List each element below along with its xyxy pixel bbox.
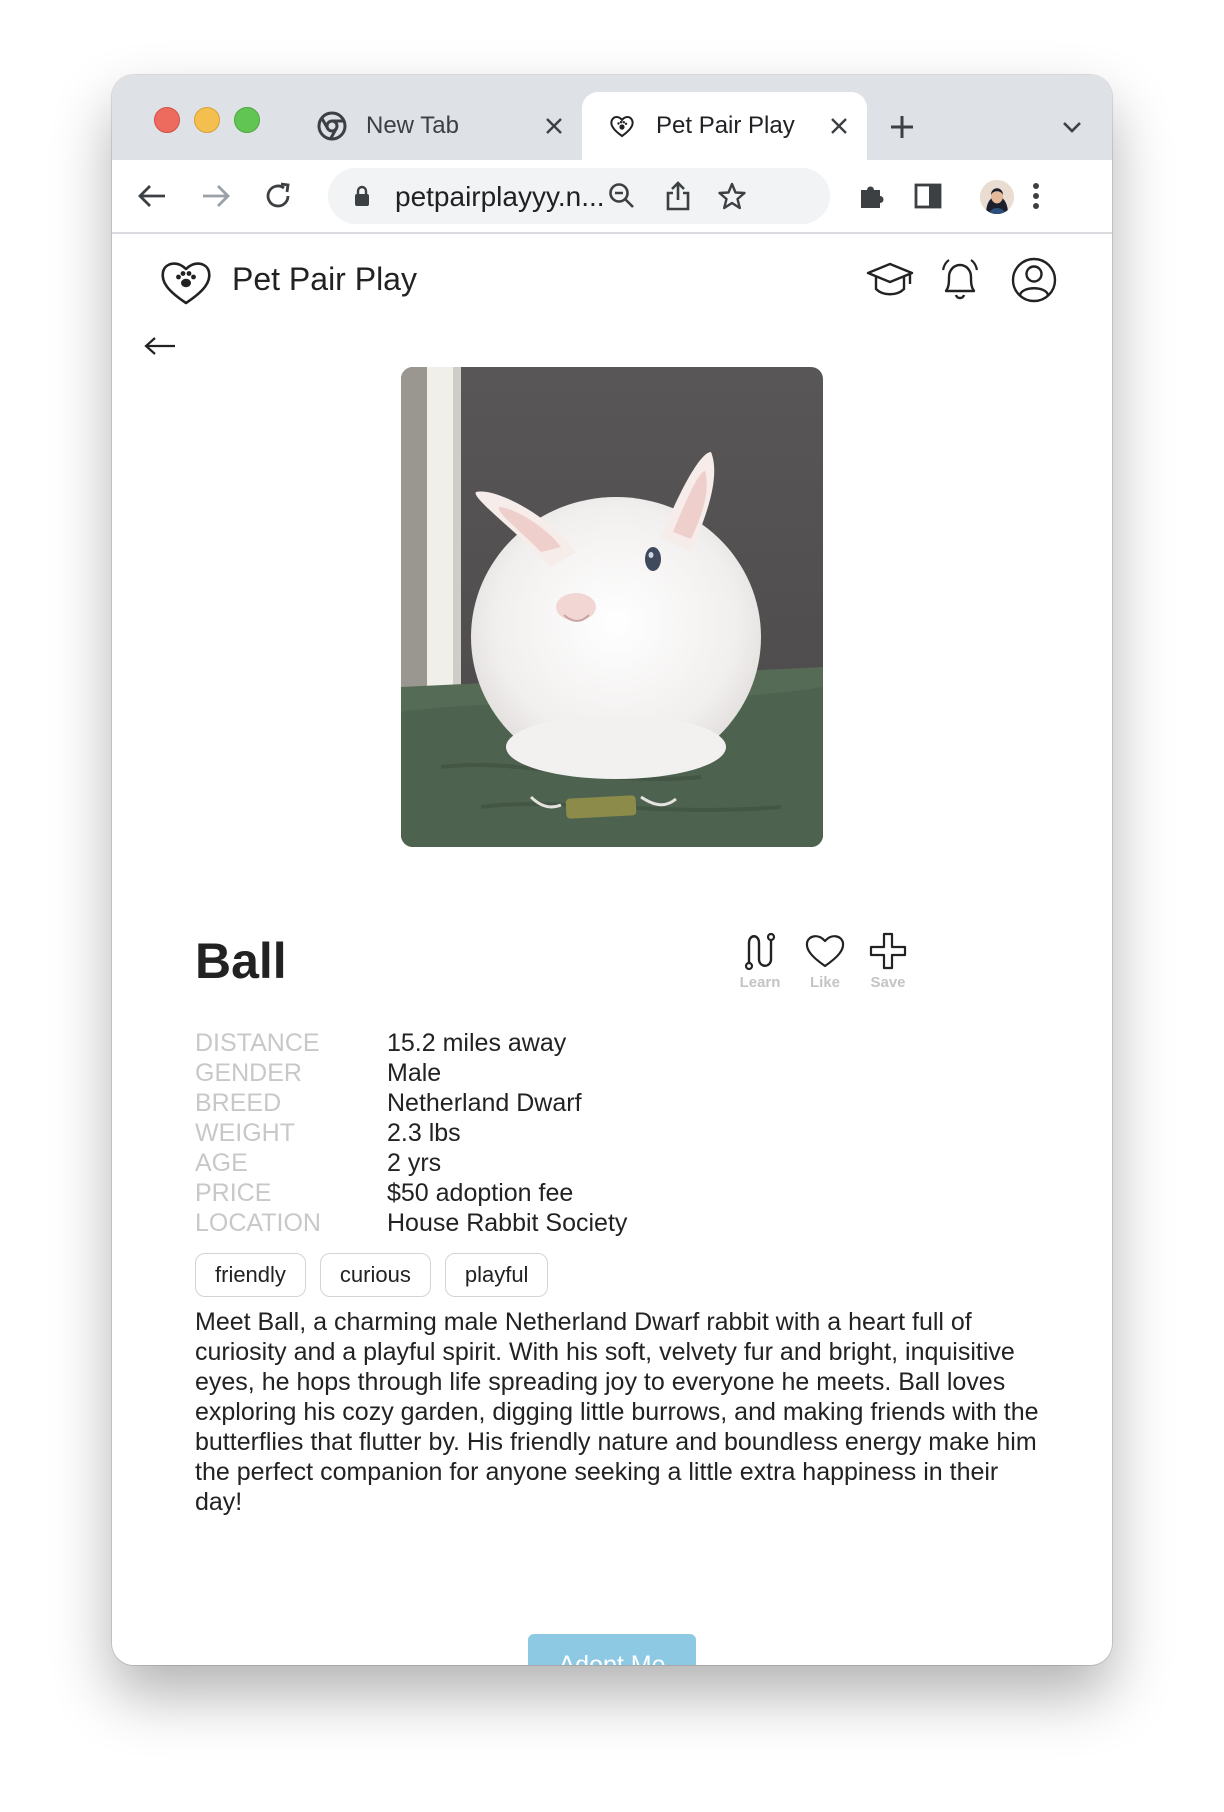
detail-value: House Rabbit Society — [387, 1209, 628, 1237]
share-icon[interactable] — [658, 176, 698, 216]
detail-row-gender: GENDER Male — [195, 1058, 627, 1088]
close-icon[interactable] — [534, 106, 574, 146]
tab-pet-pair-play[interactable]: Pet Pair Play — [582, 92, 867, 160]
detail-row-breed: BREED Netherland Dwarf — [195, 1088, 627, 1118]
back-arrow-icon[interactable] — [142, 328, 178, 364]
tag-curious[interactable]: curious — [319, 1253, 431, 1297]
browser-menu-button[interactable] — [1014, 174, 1058, 218]
close-window-button[interactable] — [154, 107, 180, 133]
back-button[interactable] — [130, 174, 174, 218]
save-button[interactable]: Save — [858, 929, 918, 993]
close-icon[interactable] — [819, 106, 859, 146]
learn-label: Learn — [739, 974, 781, 991]
detail-label: WEIGHT — [195, 1119, 295, 1147]
detail-row-location: LOCATION House Rabbit Society — [195, 1208, 627, 1238]
adopt-me-button[interactable]: Adopt Me — [528, 1634, 696, 1665]
personality-tags: friendly curious playful — [195, 1253, 549, 1297]
pet-details: DISTANCE 15.2 miles away GENDER Male BRE… — [195, 1028, 627, 1238]
heart-icon — [795, 929, 855, 973]
plus-icon — [891, 116, 913, 138]
save-label: Save — [870, 974, 906, 991]
tab-title: New Tab — [366, 112, 459, 139]
zoom-icon[interactable] — [602, 176, 642, 216]
detail-value: 15.2 miles away — [387, 1029, 567, 1057]
detail-label: GENDER — [195, 1059, 302, 1087]
pet-photo — [401, 367, 823, 847]
browser-toolbar: petpairplayyy.n... — [112, 160, 1112, 234]
graduation-cap-icon[interactable] — [864, 254, 916, 306]
detail-label: AGE — [195, 1149, 248, 1177]
side-panel-button[interactable] — [906, 174, 950, 218]
detail-label: LOCATION — [195, 1209, 321, 1237]
learn-button[interactable]: Learn — [730, 929, 790, 993]
tag-playful[interactable]: playful — [444, 1253, 549, 1297]
detail-label: BREED — [195, 1089, 282, 1117]
site-title[interactable]: Pet Pair Play — [232, 261, 417, 298]
tab-new-tab[interactable]: New Tab — [302, 92, 582, 160]
detail-label: PRICE — [195, 1179, 272, 1207]
chrome-icon — [316, 110, 348, 142]
forward-button[interactable] — [194, 174, 238, 218]
screenshot-stage: New Tab Pet Pair Play petpairplayyy.n...… — [0, 0, 1224, 1812]
detail-value: $50 adoption fee — [387, 1179, 574, 1207]
puzzle-icon — [861, 186, 884, 208]
detail-value: 2 yrs — [387, 1149, 442, 1177]
detail-row-distance: DISTANCE 15.2 miles away — [195, 1028, 627, 1058]
address-bar[interactable]: petpairplayyy.n... — [328, 168, 830, 224]
tab-title: Pet Pair Play — [656, 112, 795, 139]
new-tab-button[interactable] — [882, 107, 922, 147]
detail-row-price: PRICE $50 adoption fee — [195, 1178, 627, 1208]
heart-paw-icon — [606, 110, 638, 142]
chevron-down-icon — [1063, 122, 1081, 133]
user-icon[interactable] — [1008, 254, 1060, 306]
reload-button[interactable] — [256, 174, 300, 218]
detail-value: 2.3 lbs — [387, 1119, 461, 1147]
profile-avatar[interactable] — [980, 180, 1014, 214]
extensions-button[interactable] — [850, 174, 894, 218]
minimize-window-button[interactable] — [194, 107, 220, 133]
like-label: Like — [809, 974, 840, 991]
pet-name: Ball — [195, 933, 287, 989]
bell-icon[interactable] — [934, 254, 986, 306]
heart-paw-icon[interactable] — [158, 256, 214, 308]
like-button[interactable]: Like — [795, 929, 855, 993]
detail-label: DISTANCE — [195, 1029, 320, 1057]
more-vertical-icon — [1033, 183, 1039, 209]
side-panel-icon — [914, 183, 942, 209]
plus-outline-icon — [858, 929, 918, 973]
bookmark-star-icon[interactable] — [712, 176, 752, 216]
tab-search-button[interactable] — [1052, 107, 1092, 147]
maximize-window-button[interactable] — [234, 107, 260, 133]
browser-window: New Tab Pet Pair Play petpairplayyy.n...… — [112, 75, 1112, 1665]
detail-value: Male — [387, 1059, 442, 1087]
reload-icon — [266, 182, 290, 208]
url-text[interactable]: petpairplayyy.n... — [395, 181, 605, 213]
profile-photo-icon — [980, 180, 1014, 214]
detail-value: Netherland Dwarf — [387, 1089, 582, 1117]
tab-strip: New Tab Pet Pair Play — [112, 75, 1112, 160]
lock-icon[interactable] — [348, 182, 376, 210]
detail-row-weight: WEIGHT 2.3 lbs — [195, 1118, 627, 1148]
arrow-right-icon — [203, 185, 230, 207]
page-content: Pet Pair Play Ball Learn Like Save DISTA… — [112, 234, 1112, 1665]
rabbit-photo-illustration — [401, 367, 823, 847]
detail-row-age: AGE 2 yrs — [195, 1148, 627, 1178]
tag-friendly[interactable]: friendly — [195, 1253, 306, 1297]
route-icon — [730, 929, 790, 973]
arrow-left-icon — [138, 185, 165, 207]
pet-description: Meet Ball, a charming male Netherland Dw… — [195, 1308, 1039, 1516]
